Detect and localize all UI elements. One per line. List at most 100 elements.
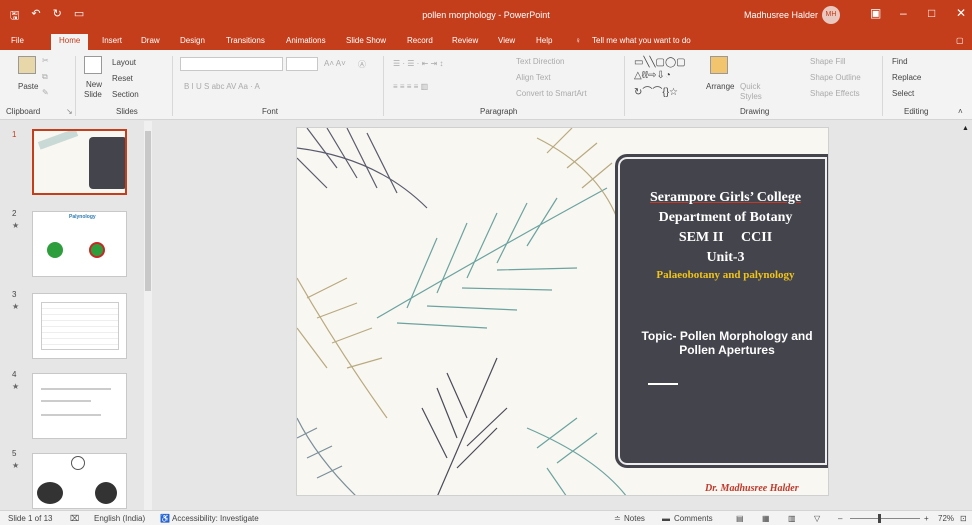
tab-help[interactable]: Help	[536, 36, 552, 45]
align-text-button[interactable]: Align Text	[516, 73, 551, 82]
divider	[624, 56, 625, 116]
new-slide-button[interactable]: New	[86, 80, 102, 89]
semester-line: SEM II CCII	[678, 230, 773, 245]
cut-icon[interactable]: ✂	[42, 56, 49, 65]
divider	[882, 56, 883, 116]
clipboard-launcher-icon[interactable]: ↘	[66, 107, 73, 116]
thumb-line	[41, 414, 101, 416]
quick-styles-button-2[interactable]: Styles	[740, 92, 762, 101]
comments-button[interactable]: Comments	[674, 514, 713, 523]
thumb-line	[41, 388, 111, 390]
scroll-up-icon[interactable]: ▲	[962, 125, 969, 132]
tab-slide-show[interactable]: Slide Show	[346, 36, 386, 45]
slide-sorter-icon[interactable]: ▦	[762, 514, 770, 523]
tab-record[interactable]: Record	[407, 36, 433, 45]
shape-outline-button[interactable]: Shape Outline	[810, 73, 861, 82]
ribbon-display-icon[interactable]: ▣	[870, 6, 881, 20]
feather-dark	[297, 128, 428, 209]
fit-slide-icon[interactable]: ⊡	[960, 514, 967, 523]
arrange-button[interactable]: Arrange	[706, 82, 734, 91]
title-panel[interactable]: Serampore Girls’ College Department of B…	[615, 154, 828, 468]
spell-check-icon[interactable]: ⌧	[70, 514, 79, 523]
zoom-level[interactable]: 72%	[938, 514, 954, 523]
new-slide-button-2[interactable]: Slide	[84, 90, 102, 99]
section-button[interactable]: Section	[112, 90, 139, 99]
animation-star-icon: ★	[12, 461, 20, 470]
zoom-slider-thumb[interactable]	[878, 514, 881, 523]
paste-button[interactable]: Paste	[18, 82, 38, 91]
tab-view[interactable]: View	[498, 36, 515, 45]
smartart-button[interactable]: Convert to SmartArt	[516, 89, 587, 98]
subject-line: Palaeobotany and palynology	[656, 269, 795, 281]
quick-styles-button[interactable]: Quick	[740, 82, 760, 91]
avatar[interactable]: MH	[822, 6, 840, 24]
thumbnail-scrollbar[interactable]	[144, 121, 152, 510]
feather-tan	[297, 277, 388, 419]
slide-thumbnail-1[interactable]	[32, 129, 127, 195]
tab-insert[interactable]: Insert	[102, 36, 122, 45]
bullets-icon[interactable]: ☰ · ☰ · ⇤ ⇥ ↕	[393, 59, 443, 68]
tab-draw[interactable]: Draw	[141, 36, 160, 45]
user-name[interactable]: Madhusree Halder	[744, 10, 818, 20]
shape-effects-button[interactable]: Shape Effects	[810, 89, 860, 98]
slide-vertical-scrollbar[interactable]: ▲	[958, 121, 972, 510]
slide-thumbnail-4[interactable]	[32, 373, 127, 439]
minimize-icon[interactable]: –	[900, 6, 907, 20]
new-slide-icon[interactable]	[84, 56, 102, 74]
reading-view-icon[interactable]: ▥	[788, 514, 796, 523]
group-label-font: Font	[262, 107, 279, 116]
slide-thumbnail-2[interactable]: Palynology	[32, 211, 127, 277]
paste-icon[interactable]	[18, 56, 36, 74]
font-format-buttons[interactable]: B I U S abc AV Aa · A	[184, 82, 260, 91]
slide-canvas[interactable]: Serampore Girls’ College Department of B…	[296, 127, 829, 496]
tab-transitions[interactable]: Transitions	[226, 36, 265, 45]
slideshow-view-icon[interactable]: ▽	[814, 514, 820, 523]
tab-file[interactable]: File	[11, 36, 24, 45]
normal-view-icon[interactable]: ▤	[736, 514, 744, 523]
animation-star-icon: ★	[12, 382, 20, 391]
shapes-gallery[interactable]: ▭╲╲▢◯▢	[634, 57, 686, 68]
scroll-thumb[interactable]	[145, 131, 151, 291]
select-button[interactable]: Select	[892, 89, 914, 98]
copy-icon[interactable]: ⧉	[42, 72, 48, 82]
find-button[interactable]: Find	[892, 57, 908, 66]
font-name-input[interactable]	[180, 57, 283, 71]
thumb-title: Palynology	[69, 214, 96, 220]
notes-button[interactable]: Notes	[624, 514, 645, 523]
format-painter-icon[interactable]: ✎	[42, 88, 49, 97]
close-icon[interactable]: ✕	[956, 6, 966, 20]
slide-number: 2	[12, 209, 17, 218]
tab-review[interactable]: Review	[452, 36, 478, 45]
zoom-slider[interactable]	[850, 518, 920, 519]
thumb-table	[41, 302, 119, 350]
arrange-icon[interactable]	[710, 56, 728, 74]
maximize-icon[interactable]: □	[928, 6, 935, 20]
reset-button[interactable]: Reset	[112, 74, 133, 83]
clear-formatting-icon[interactable]: Ⓐ	[358, 59, 366, 70]
font-size-input[interactable]	[286, 57, 318, 71]
shapes-gallery-row3: ↻⌒⌒{}☆	[634, 87, 679, 98]
language-indicator[interactable]: English (India)	[94, 514, 145, 523]
zoom-in-icon[interactable]: +	[924, 514, 929, 523]
accessibility-status[interactable]: Accessibility: Investigate	[172, 514, 259, 523]
tab-animations[interactable]: Animations	[286, 36, 326, 45]
zoom-out-icon[interactable]: –	[838, 514, 842, 523]
shape-fill-button[interactable]: Shape Fill	[810, 57, 846, 66]
animation-star-icon: ★	[12, 221, 20, 230]
tab-design[interactable]: Design	[180, 36, 205, 45]
slide-thumbnail-3[interactable]	[32, 293, 127, 359]
tell-me-search[interactable]: Tell me what you want to do	[592, 36, 691, 45]
group-label-slides: Slides	[116, 107, 138, 116]
comments-icon: ▬	[662, 514, 670, 523]
increase-font-icon[interactable]: A˄ A˅	[324, 59, 346, 68]
layout-button[interactable]: Layout	[112, 58, 136, 67]
align-icons[interactable]: ≡ ≡ ≡ ≡ ▥	[393, 82, 428, 91]
group-label-drawing: Drawing	[740, 107, 770, 116]
slide-thumbnail-5[interactable]	[32, 453, 127, 509]
comments-icon[interactable]: ▢	[956, 36, 964, 45]
replace-button[interactable]: Replace	[892, 73, 921, 82]
collapse-ribbon-icon[interactable]: ˄	[958, 107, 963, 116]
animation-star-icon: ★	[12, 302, 20, 311]
tab-home[interactable]: Home	[51, 34, 89, 50]
text-direction-button[interactable]: Text Direction	[516, 57, 564, 66]
